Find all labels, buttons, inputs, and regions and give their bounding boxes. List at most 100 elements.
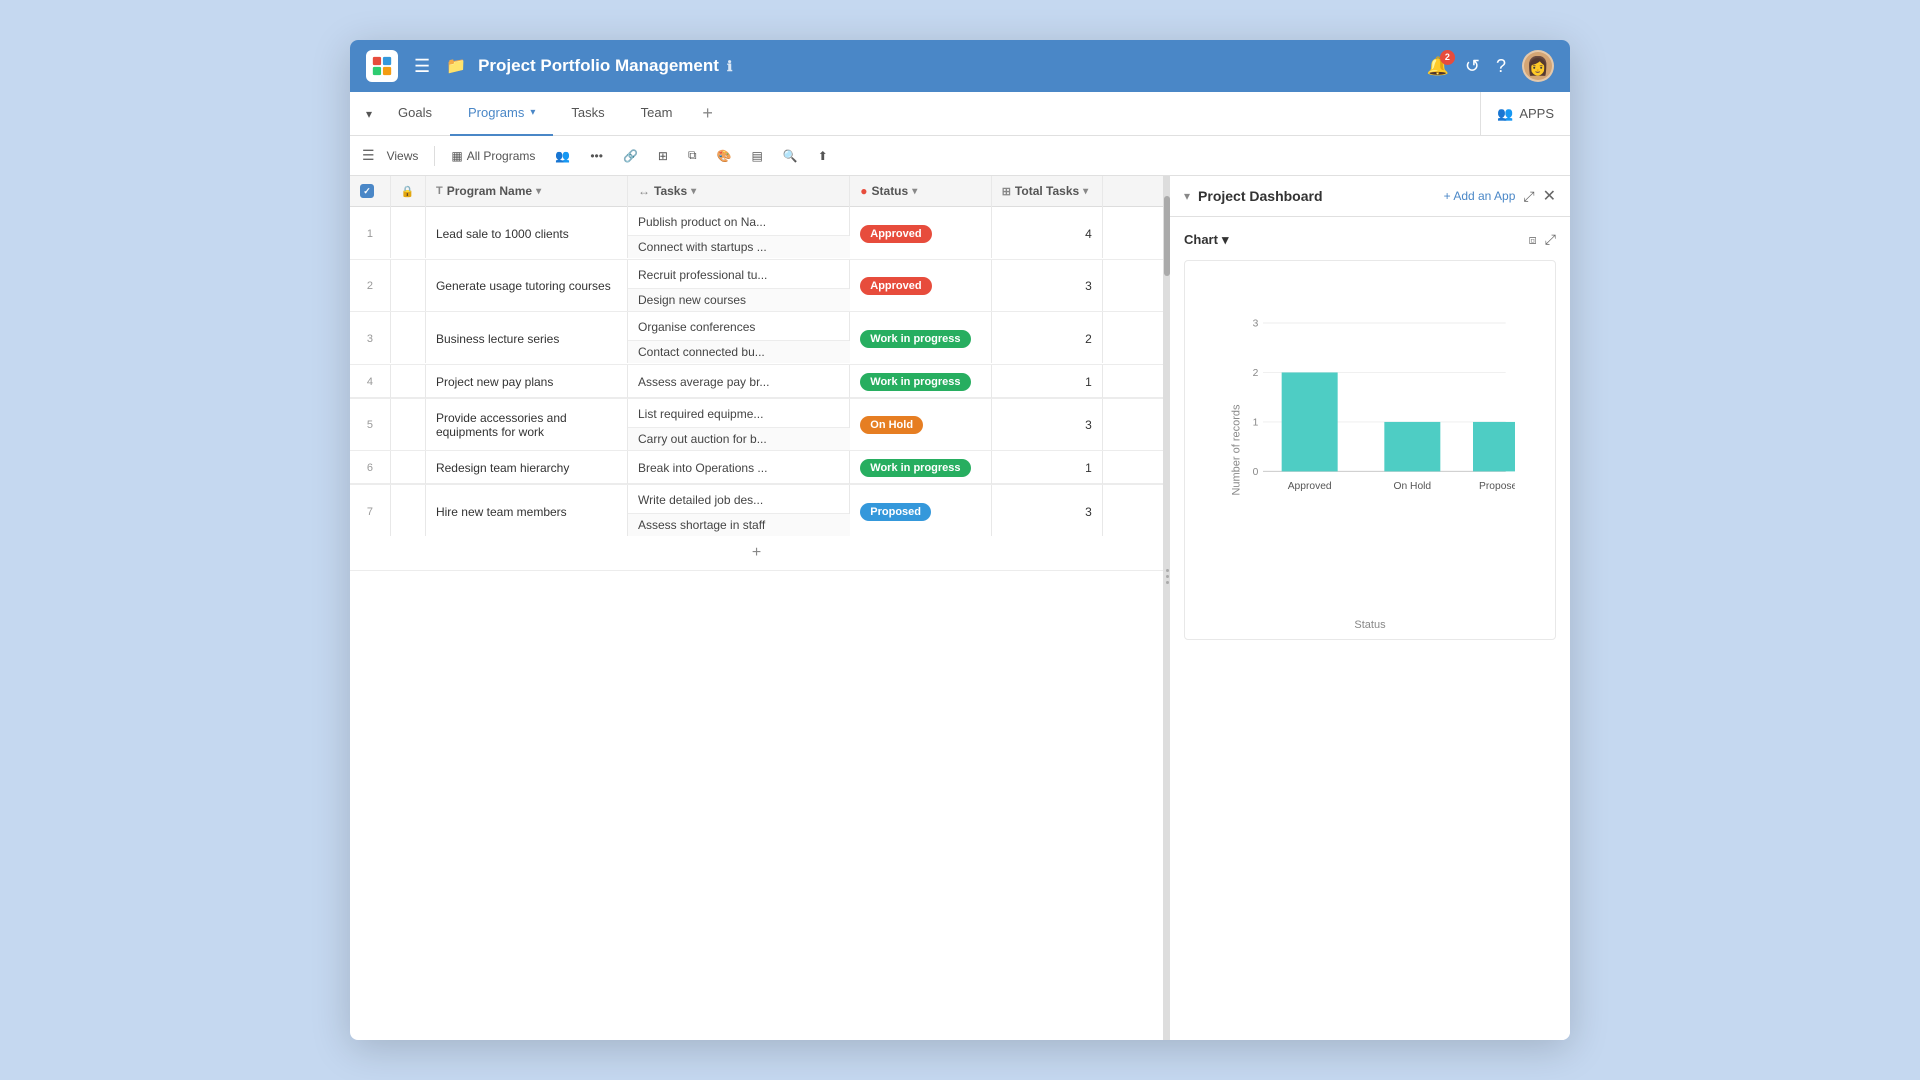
status-col-icon: ● [860,184,867,198]
row-num: 4 [350,364,390,397]
fields-btn[interactable]: ⊞ [650,145,676,167]
hamburger-icon: ☰ [362,147,375,164]
tab-dropdown-btn[interactable]: ▾ [358,99,380,129]
status-cell: On Hold [850,398,991,450]
chart-y-label: Number of records [1231,404,1243,495]
filter-btn[interactable]: ⧉ [680,144,705,167]
program-name-cell: Generate usage tutoring courses [425,259,627,311]
sort-icon-program[interactable]: ▾ [536,186,541,197]
status-badge: Proposed [860,503,931,521]
help-btn[interactable]: ? [1496,56,1506,77]
chart-toolbar: Chart ▾ ⧈ ⤢ [1184,231,1556,248]
status-cell: Approved [850,259,991,311]
sort-icon-tasks[interactable]: ▾ [691,186,696,197]
search-btn[interactable]: 🔍 [775,145,806,167]
share-btn[interactable]: ⬆ [810,145,836,167]
chart-label[interactable]: Chart ▾ [1184,232,1228,248]
task-cell: Publish product on Na... [628,207,850,236]
tab-programs[interactable]: Programs ▾ [450,92,553,136]
row-lock [390,451,425,484]
history-btn[interactable]: ↺ [1465,56,1480,77]
th-total-tasks: ⊞ Total Tasks ▾ [991,176,1102,207]
tab-team[interactable]: Team [623,92,691,136]
sort-icon-total[interactable]: ▾ [1083,186,1088,197]
lock-icon: 🔒 [401,186,415,198]
app-logo[interactable] [366,50,398,82]
color-btn[interactable]: 🎨 [709,145,740,167]
status-badge: On Hold [860,416,923,434]
status-cell: Work in progress [850,451,991,484]
info-icon[interactable]: ℹ [727,58,732,75]
dashboard-expand-btn[interactable]: ⤢ [1523,188,1534,205]
status-cell: Work in progress [850,364,991,397]
svg-text:Approved: Approved [1288,481,1332,492]
chart-filter-icon[interactable]: ⧈ [1529,232,1537,248]
bar-approved [1282,372,1338,471]
dashboard-header: ▾ Project Dashboard + Add an App ⤢ ✕ [1170,176,1570,217]
sort-icon-status[interactable]: ▾ [912,186,917,197]
scrollbar[interactable] [1164,176,1170,1040]
status-badge: Work in progress [860,459,970,477]
toolbar: ☰ Views ▦ All Programs 👥 ••• 🔗 ⊞ ⧉ 🎨 ▤ 🔍… [350,136,1570,176]
page-title: Project Portfolio Management ℹ [478,56,1414,76]
th-program-name: T Program Name ▾ [425,176,627,207]
add-tab-btn[interactable]: + [690,103,725,124]
svg-text:Proposed: Proposed [1479,481,1515,492]
status-cell: Approved [850,207,991,259]
row-lock [390,485,425,537]
chart-x-label: Status [1354,619,1385,631]
header-checkbox[interactable] [360,184,374,198]
tab-tasks[interactable]: Tasks [553,92,622,136]
task-cell-sub: Design new courses [628,288,850,311]
apps-btn[interactable]: 👥 Goals APPS [1480,92,1570,136]
header: ☰ 📁 Project Portfolio Management ℹ 🔔 2 ↺… [350,40,1570,92]
row-num: 1 [350,207,390,259]
all-programs-btn[interactable]: ▦ All Programs [443,145,543,167]
status-badge: Work in progress [860,373,970,391]
main-content: 🔒 T Program Name ▾ ↔ T [350,176,1570,1040]
table-row: 2 Generate usage tutoring courses Recrui… [350,259,1163,288]
task-cell: Write detailed job des... [628,485,850,514]
view-type-btn[interactable]: ▤ [744,145,771,167]
group-by-btn[interactable]: 👥 [547,145,578,167]
dashboard-collapse-btn[interactable]: ▾ [1184,189,1190,203]
avatar[interactable]: 👩 [1522,50,1554,82]
row-num: 7 [350,485,390,537]
chart-svg: 3 2 1 0 Approved [1235,281,1515,589]
tab-bar: ▾ Goals Programs ▾ Tasks Team + 👥 Goals … [350,92,1570,136]
add-row-btn[interactable]: + [350,536,1163,571]
svg-text:1: 1 [1253,418,1259,429]
row-num: 3 [350,312,390,364]
tasks-col-icon: ↔ [638,184,650,198]
program-name-cell: Project new pay plans [425,364,627,397]
total-tasks-cell: 1 [991,364,1102,397]
add-row-cell[interactable]: + [350,536,1163,571]
scroll-dot [1166,581,1169,584]
row-lock [390,259,425,311]
views-btn[interactable]: Views [379,145,427,167]
extra-cell [1102,364,1163,397]
link-btn[interactable]: 🔗 [615,145,646,167]
tab-goals[interactable]: Goals [380,92,450,136]
th-extra [1102,176,1163,207]
status-cell: Work in progress [850,312,991,364]
program-name-cell: Hire new team members [425,485,627,537]
table-row: 4 Project new pay plans Assess average p… [350,364,1163,397]
task-cell: Organise conferences [628,312,850,341]
task-cell-sub: Carry out auction for b... [628,427,850,450]
notification-btn[interactable]: 🔔 2 [1426,56,1448,77]
menu-icon[interactable]: ☰ [410,52,434,81]
program-name-cell: Business lecture series [425,312,627,364]
scroll-thumb[interactable] [1164,196,1170,276]
svg-text:3: 3 [1253,319,1259,330]
add-app-btn[interactable]: + Add an App [1444,189,1516,203]
program-name-cell: Provide accessories and equipments for w… [425,398,627,450]
chart-fullscreen-icon[interactable]: ⤢ [1545,231,1556,248]
extra-cell [1102,312,1163,364]
bar-onhold [1384,422,1440,471]
task-cell-sub: Contact connected bu... [628,341,850,364]
more-btn[interactable]: ••• [582,145,611,167]
row-lock [390,312,425,364]
task-cell-sub: Connect with startups ... [628,236,850,259]
dashboard-close-btn[interactable]: ✕ [1543,186,1556,206]
